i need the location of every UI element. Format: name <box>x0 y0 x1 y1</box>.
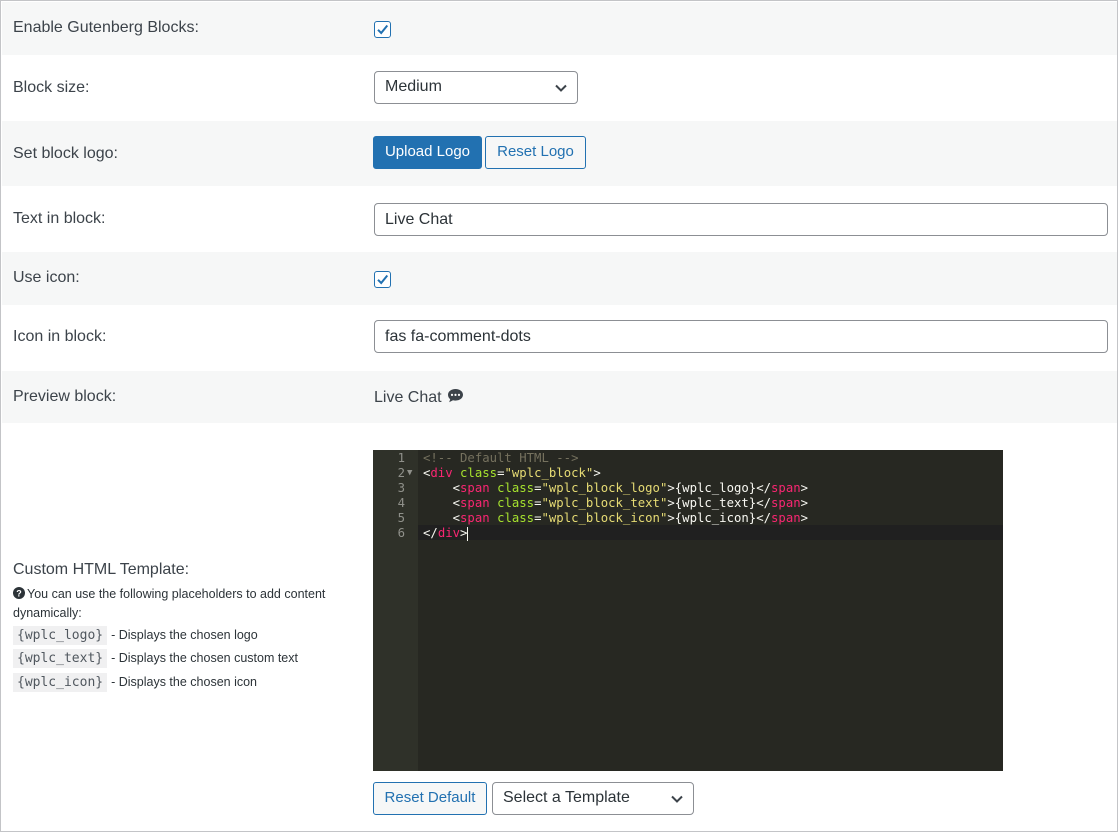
row-block-logo: Set block logo: Upload Logo Reset Logo <box>2 121 1117 186</box>
enable-gutenberg-label: Enable Gutenberg Blocks: <box>13 19 199 36</box>
row-block-size: Block size: Medium <box>2 55 1117 121</box>
block-size-label: Block size: <box>13 79 90 96</box>
code-line: <span class="wplc_block_icon">{wplc_icon… <box>452 511 809 525</box>
row-text-in-block: Text in block: Live Chat <box>2 186 1117 252</box>
line-number: 2 <box>397 466 405 480</box>
placeholder-code: {wplc_logo} <box>13 626 108 645</box>
code-editor[interactable]: 1 2 ▼ 3 4 5 6 <!-- Default HTML --> <div… <box>373 450 1003 771</box>
line-number: 4 <box>397 496 405 510</box>
svg-text:?: ? <box>16 588 22 598</box>
chevron-down-icon <box>555 84 567 92</box>
settings-panel: Enable Gutenberg Blocks: Block size: Med… <box>0 0 1118 832</box>
placeholder-item: {wplc_text} - Displays the chosen custom … <box>13 649 298 668</box>
custom-html-label: Custom HTML Template: <box>13 561 190 578</box>
placeholder-description: - Displays the chosen custom text <box>111 651 298 665</box>
custom-html-help-text: You can use the following placeholders t… <box>13 587 326 620</box>
placeholder-item: {wplc_logo} - Displays the chosen logo <box>13 626 258 645</box>
code-line: <div class="wplc_block"> <box>423 466 601 480</box>
preview-block-text: Live Chat <box>374 389 442 406</box>
line-number: 6 <box>397 526 405 540</box>
block-size-select[interactable]: Medium <box>374 71 578 104</box>
block-logo-label: Set block logo: <box>13 145 118 162</box>
row-enable-gutenberg: Enable Gutenberg Blocks: <box>2 2 1117 55</box>
upload-logo-button[interactable]: Upload Logo <box>373 136 482 169</box>
icon-in-block-value: fas fa-comment-dots <box>385 328 531 345</box>
text-in-block-label: Text in block: <box>13 210 106 227</box>
reset-default-button[interactable]: Reset Default <box>373 782 487 815</box>
use-icon-label: Use icon: <box>13 269 80 286</box>
reset-logo-button[interactable]: Reset Logo <box>485 136 586 169</box>
comment-dots-icon <box>448 389 464 403</box>
template-select-value: Select a Template <box>503 789 630 806</box>
code-line: <!-- Default HTML --> <box>423 451 579 465</box>
code-line: <span class="wplc_block_text">{wplc_text… <box>452 496 809 510</box>
icon-in-block-input[interactable]: fas fa-comment-dots <box>374 320 1108 353</box>
placeholder-item: {wplc_icon} - Displays the chosen icon <box>13 673 257 692</box>
text-cursor <box>467 526 469 541</box>
row-use-icon: Use icon: <box>2 252 1117 305</box>
placeholder-description: - Displays the chosen logo <box>111 628 258 642</box>
question-circle-icon: ? <box>13 587 25 599</box>
active-line-highlight <box>418 525 1003 540</box>
preview-block-label: Preview block: <box>13 388 117 405</box>
enable-gutenberg-checkbox[interactable] <box>374 21 391 38</box>
text-in-block-value: Live Chat <box>385 211 453 228</box>
line-number: 3 <box>397 481 405 495</box>
code-line: </div> <box>423 526 469 541</box>
placeholder-code: {wplc_icon} <box>13 673 108 692</box>
checkmark-icon <box>377 24 389 35</box>
row-preview-block: Preview block: Live Chat <box>2 371 1117 423</box>
icon-in-block-label: Icon in block: <box>13 328 107 345</box>
preview-block-output: Live Chat <box>374 388 464 407</box>
custom-html-help: ? You can use the following placeholders… <box>13 585 358 623</box>
fold-arrow-icon[interactable]: ▼ <box>407 468 412 478</box>
code-line: <span class="wplc_block_logo">{wplc_logo… <box>452 481 809 495</box>
line-number: 5 <box>397 511 405 525</box>
placeholder-description: - Displays the chosen icon <box>111 675 257 689</box>
text-in-block-input[interactable]: Live Chat <box>374 203 1108 236</box>
template-select[interactable]: Select a Template <box>492 782 694 815</box>
checkmark-icon <box>377 274 389 285</box>
chevron-down-icon <box>671 795 683 803</box>
line-number: 1 <box>397 451 405 465</box>
use-icon-checkbox[interactable] <box>374 271 391 288</box>
block-size-value: Medium <box>385 78 442 95</box>
row-icon-in-block: Icon in block: fas fa-comment-dots <box>2 305 1117 371</box>
placeholder-code: {wplc_text} <box>13 649 108 668</box>
editor-gutter: 1 2 ▼ 3 4 5 6 <box>373 450 418 771</box>
